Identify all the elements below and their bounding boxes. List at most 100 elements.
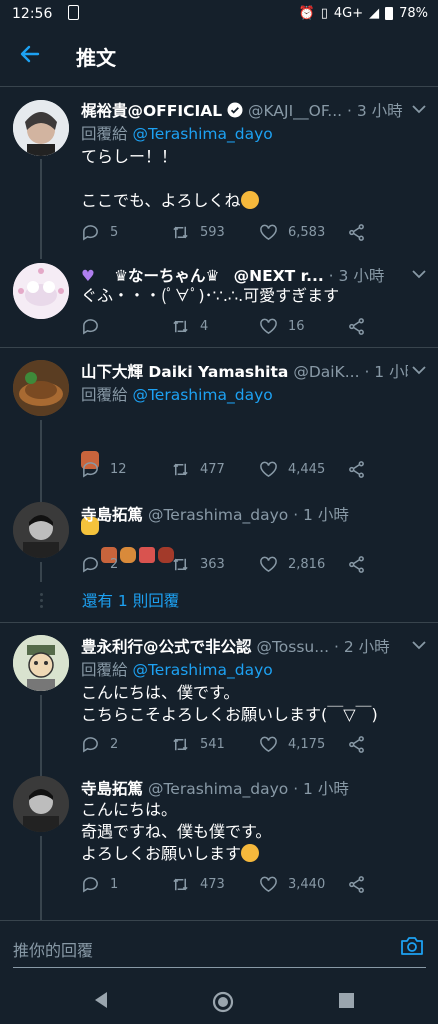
avatar[interactable] xyxy=(13,502,69,558)
tweet-time: · 2 小時 xyxy=(333,638,390,656)
smiling-emoji-icon xyxy=(240,191,259,209)
tweet-actions: 5 593 6,583 xyxy=(81,223,426,245)
avatar[interactable] xyxy=(13,776,69,832)
reply-button[interactable]: 5 xyxy=(81,223,118,242)
share-button[interactable] xyxy=(347,223,366,242)
author-handle[interactable]: @DaiK... xyxy=(293,363,359,381)
tweet[interactable]: ♥ ㅤ♛なーちゃん♛ㅤ@NEXT r... · 3 小時 ぐふ・・・(ﾟ∀ﾟ)･… xyxy=(0,253,438,347)
vibrate-icon: ▯ xyxy=(320,6,328,21)
share-button[interactable] xyxy=(347,317,366,336)
chevron-down-icon[interactable] xyxy=(412,269,426,279)
reply-button[interactable]: 1 xyxy=(81,875,118,894)
home-nav-icon[interactable] xyxy=(211,990,235,1014)
like-button[interactable]: 2,816 xyxy=(259,555,325,574)
author-handle[interactable]: @Terashima_dayo xyxy=(148,780,288,798)
author-name[interactable]: 豊永利行@公式で非公認 xyxy=(81,638,252,656)
like-count: 2,816 xyxy=(288,557,326,572)
author-handle[interactable]: @Terashima_dayo xyxy=(148,506,288,524)
alarm-icon: ⏰ xyxy=(298,6,315,21)
tweet-header: ♥ ㅤ♛なーちゃん♛ㅤ@NEXT r... · 3 小時 xyxy=(81,264,408,286)
retweet-icon xyxy=(173,320,188,333)
back-arrow-icon[interactable] xyxy=(18,42,42,66)
reply-button[interactable]: 12 xyxy=(81,460,127,479)
share-icon xyxy=(349,461,364,478)
chevron-down-icon[interactable] xyxy=(412,365,426,375)
reply-icon xyxy=(83,557,98,573)
show-more-replies-link[interactable]: 還有 1 則回覆 xyxy=(82,589,179,611)
reply-to-line: 回覆給 @Terashima_dayo xyxy=(81,122,273,144)
retweet-count: 477 xyxy=(200,462,225,477)
reply-to-link[interactable]: @Terashima_dayo xyxy=(132,125,272,143)
status-bar: 12:56 ⏰ ▯ 4G+ ◢ 78% xyxy=(0,0,438,28)
author-handle[interactable]: @Tossu... xyxy=(256,638,329,656)
retweet-button[interactable]: 473 xyxy=(171,875,225,894)
heart-icon xyxy=(260,224,277,241)
reply-button[interactable]: 2 xyxy=(81,555,118,574)
tweet-time: · 1 小時 xyxy=(364,363,408,381)
battery-icon xyxy=(385,7,394,20)
retweet-count: 363 xyxy=(200,557,225,572)
heart-icon xyxy=(260,461,277,478)
avatar[interactable] xyxy=(13,360,69,416)
chevron-down-icon[interactable] xyxy=(412,640,426,650)
reply-to-link[interactable]: @Terashima_dayo xyxy=(132,661,272,679)
like-button[interactable]: 6,583 xyxy=(259,223,325,242)
retweet-count: 4 xyxy=(200,319,209,334)
tweet-text: ぐふ・・・(ﾟ∀ﾟ)･∵.∴.可愛すぎます xyxy=(81,286,340,305)
like-count: 4,175 xyxy=(288,737,326,752)
reply-input[interactable]: 推你的回覆 xyxy=(13,937,93,961)
reply-button[interactable]: 2 xyxy=(81,735,118,754)
reply-icon xyxy=(83,225,98,241)
tweet[interactable]: 梶裕貴@OFFICIAL @KAJI__OF... · 3 小時 回覆給 @Te… xyxy=(0,87,438,259)
tweet-text-content: てらしー！！ ここでも、よろしくね xyxy=(81,147,241,210)
like-button[interactable]: 3,440 xyxy=(259,875,325,894)
share-button[interactable] xyxy=(347,875,366,894)
thread-line xyxy=(40,159,42,259)
like-button[interactable]: 16 xyxy=(259,317,305,336)
tweet-text: こんにちは。 奇遇ですね、僕も僕です。 よろしくお願いします xyxy=(81,799,418,865)
author-name[interactable]: 山下大輝 Daiki Yamashita xyxy=(81,363,288,381)
recents-nav-icon[interactable] xyxy=(338,992,355,1009)
camera-icon[interactable] xyxy=(400,935,424,957)
tweet[interactable]: 寺島拓篤 @Terashima_dayo · 1 小時 2 363 2,816 xyxy=(0,492,438,582)
author-handle[interactable]: @KAJI__OF... xyxy=(248,102,342,120)
share-icon xyxy=(349,224,364,241)
retweet-button[interactable]: 4 xyxy=(171,317,208,336)
author-name[interactable]: 寺島拓篤 xyxy=(81,506,143,524)
share-button[interactable] xyxy=(347,735,366,754)
reply-count: 1 xyxy=(110,877,119,892)
author-name[interactable]: 梶裕貴@OFFICIAL xyxy=(81,102,222,120)
like-button[interactable]: 4,445 xyxy=(259,460,325,479)
avatar[interactable] xyxy=(13,100,69,156)
thread-dots xyxy=(38,590,44,611)
retweet-count: 593 xyxy=(200,225,225,240)
retweet-button[interactable]: 477 xyxy=(171,460,225,479)
avatar[interactable] xyxy=(13,263,69,319)
retweet-button[interactable]: 593 xyxy=(171,223,225,242)
reply-to-link[interactable]: @Terashima_dayo xyxy=(132,386,272,404)
tweet[interactable]: 豊永利行@公式で非公認 @Tossu... · 2 小時 回覆給 @Terash… xyxy=(0,623,438,785)
app-bar: 推文 xyxy=(0,28,438,87)
share-icon xyxy=(349,736,364,753)
reply-icon xyxy=(83,737,98,753)
retweet-button[interactable]: 363 xyxy=(171,555,225,574)
avatar[interactable] xyxy=(13,635,69,691)
tweet-actions: 4 16 xyxy=(81,317,426,339)
author-name[interactable]: 寺島拓篤 xyxy=(81,780,143,798)
reply-count: 12 xyxy=(110,462,127,477)
tweet[interactable]: 山下大輝 Daiki Yamashita @DaiK... · 1 小時 回覆給… xyxy=(0,348,438,535)
share-button[interactable] xyxy=(347,555,366,574)
thread-line xyxy=(40,836,42,920)
heart-icon xyxy=(260,318,277,335)
tweet[interactable]: 寺島拓篤 @Terashima_dayo · 1 小時 こんにちは。 奇遇ですね… xyxy=(0,766,438,920)
reply-count: 2 xyxy=(110,737,119,752)
retweet-icon xyxy=(173,558,188,571)
share-button[interactable] xyxy=(347,460,366,479)
tweet-time: · 3 小時 xyxy=(347,102,403,120)
author-name[interactable]: ㅤ♛なーちゃん♛ㅤ@NEXT r... xyxy=(100,267,324,285)
like-button[interactable]: 4,175 xyxy=(259,735,325,754)
retweet-button[interactable]: 541 xyxy=(171,735,225,754)
reply-button[interactable] xyxy=(81,317,100,336)
back-nav-icon[interactable] xyxy=(92,990,110,1010)
chevron-down-icon[interactable] xyxy=(412,104,426,114)
